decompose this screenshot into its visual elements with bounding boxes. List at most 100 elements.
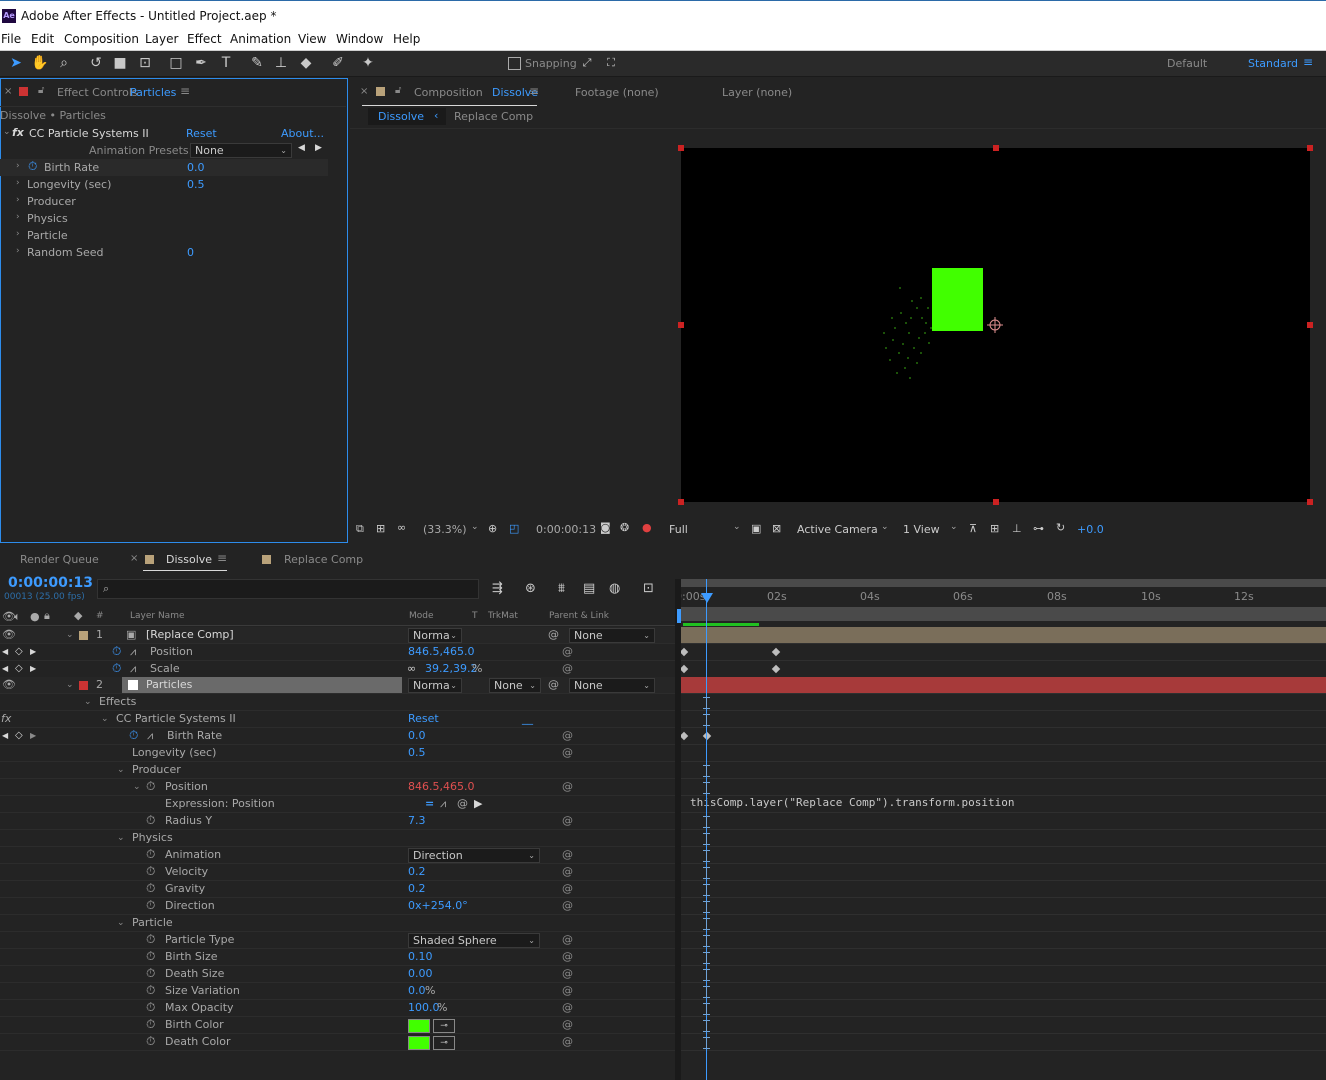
- eyedropper-icon[interactable]: ⊸: [433, 1036, 455, 1050]
- graph-icon[interactable]: ⩘: [130, 661, 136, 677]
- stopwatch-icon[interactable]: ⏱︎: [146, 1016, 155, 1032]
- handle-tc[interactable]: [993, 145, 999, 151]
- prop-row-particle-type[interactable]: ⏱︎ Particle Type Shaded Sphere ⌄ @: [0, 932, 675, 949]
- work-area-start[interactable]: [677, 609, 681, 623]
- pickwhip-icon[interactable]: @: [562, 661, 573, 677]
- handle-mr[interactable]: [1307, 322, 1313, 328]
- animation-presets-dropdown[interactable]: None ⌄: [190, 143, 292, 158]
- toggle-pixel-aspect-icon[interactable]: ⊼: [969, 522, 977, 535]
- composition-tab-label[interactable]: Composition: [414, 86, 483, 99]
- chevron-down-icon[interactable]: ⌄: [117, 762, 125, 778]
- pickwhip-icon[interactable]: @: [562, 932, 573, 948]
- death-color-swatch[interactable]: [408, 1036, 430, 1050]
- pickwhip-icon[interactable]: @: [562, 983, 573, 999]
- motion-blur-icon[interactable]: ◍: [609, 581, 620, 596]
- exposure-icon[interactable]: ↻: [1056, 521, 1065, 534]
- pen-tool-icon[interactable]: ✒: [191, 54, 211, 72]
- eyedropper-icon[interactable]: ⊸: [433, 1019, 455, 1033]
- menu-view[interactable]: View: [298, 32, 326, 46]
- view-layout-value[interactable]: 1 View: [903, 523, 940, 536]
- prop-value[interactable]: 0: [187, 246, 194, 259]
- chevron-down-icon[interactable]: ⌄: [117, 915, 125, 931]
- tab-render-queue[interactable]: Render Queue: [20, 553, 99, 566]
- flowchart-icon[interactable]: ⊶: [1033, 522, 1044, 535]
- prop-row-death-size[interactable]: ⏱︎ Death Size 0.00 @: [0, 966, 675, 983]
- expression-graph-icon[interactable]: ⩘: [440, 796, 446, 812]
- rotate-tool-icon[interactable]: ↺: [86, 54, 106, 72]
- lock-icon[interactable]: 🔒︎: [44, 609, 50, 623]
- add-keyframe-icon[interactable]: ◇: [15, 728, 23, 744]
- type-tool-icon[interactable]: T: [216, 54, 236, 72]
- menu-edit[interactable]: Edit: [31, 32, 54, 46]
- chevron-down-icon[interactable]: ⌄: [133, 779, 141, 795]
- graph-icon[interactable]: ⩘: [147, 728, 153, 744]
- reset-exposure-icon[interactable]: ⊥: [1012, 522, 1022, 535]
- workspace-default[interactable]: Default: [1167, 57, 1207, 70]
- layer-row-particles[interactable]: 👁︎ ⌄ 2 Particles Norma ⌄ None ⌄ @ None ⌄: [0, 677, 675, 694]
- col-layer-name[interactable]: Layer Name: [130, 611, 185, 621]
- prop-value[interactable]: 0.0: [408, 728, 426, 744]
- reset-button[interactable]: Reset: [408, 711, 439, 727]
- menu-effect[interactable]: Effect: [187, 32, 222, 46]
- graph-icon[interactable]: ⩘: [130, 644, 136, 660]
- stopwatch-icon[interactable]: ⏱︎: [146, 931, 155, 947]
- prop-row-death-color[interactable]: ⏱︎ Death Color ⊸ @: [0, 1034, 675, 1051]
- ec-group-physics[interactable]: › Physics: [0, 210, 328, 227]
- ec-prop-random-seed[interactable]: › Random Seed 0: [0, 244, 328, 261]
- stopwatch-icon[interactable]: ⏱︎: [146, 863, 155, 879]
- resolution-value[interactable]: Full: [669, 523, 688, 536]
- prop-value[interactable]: 0.2: [408, 881, 426, 897]
- pickwhip-icon[interactable]: @: [562, 745, 573, 761]
- handle-ml[interactable]: [678, 322, 684, 328]
- solo-icon[interactable]: ●: [30, 610, 40, 623]
- puppet-tool-icon[interactable]: ✦: [358, 54, 378, 72]
- stopwatch-icon[interactable]: ⏱︎: [146, 965, 155, 981]
- exposure-value[interactable]: +0.0: [1077, 523, 1104, 536]
- stopwatch-icon[interactable]: ⏱︎: [146, 948, 155, 964]
- chevron-down-icon[interactable]: ⌄: [101, 711, 109, 727]
- prop-value[interactable]: 39.2,39.2: [425, 661, 477, 677]
- brush-tool-icon[interactable]: ✎: [247, 54, 267, 72]
- fast-preview-icon[interactable]: ▣: [751, 522, 761, 535]
- eye-icon[interactable]: 👁︎: [2, 627, 16, 643]
- effects-group-row[interactable]: ⌄ Effects: [0, 694, 675, 711]
- chevron-down-icon[interactable]: ⌄: [950, 522, 958, 532]
- handle-tr[interactable]: [1307, 145, 1313, 151]
- frame-blending-icon[interactable]: ▤: [583, 581, 595, 596]
- prop-row-animation[interactable]: ⏱︎ Animation Direction ⌄ @: [0, 847, 675, 864]
- next-keyframe-icon[interactable]: ▶: [30, 728, 36, 744]
- menu-composition[interactable]: Composition: [64, 32, 139, 46]
- ec-group-particle[interactable]: › Particle: [0, 227, 328, 244]
- label-icon[interactable]: ◆: [74, 609, 82, 622]
- expression-row[interactable]: Expression: Position = ⩘ @ ▶: [0, 796, 675, 813]
- pickwhip-icon[interactable]: @: [548, 627, 559, 643]
- ec-prop-birth-rate[interactable]: › ⏱︎ Birth Rate 0.0: [0, 159, 328, 176]
- prop-row-max-opacity[interactable]: ⏱︎ Max Opacity 100.0 % @: [0, 1000, 675, 1017]
- prop-row-producer-position[interactable]: ⌄ ⏱︎ Position 846.5,465.0 @: [0, 779, 675, 796]
- flow-active-comp[interactable]: Dissolve ‹: [368, 108, 446, 125]
- group-row-producer[interactable]: ⌄ Producer: [0, 762, 675, 779]
- chevron-right-icon[interactable]: ›: [16, 195, 20, 205]
- effect-options-icon[interactable]: __: [522, 711, 533, 727]
- label-color[interactable]: [79, 631, 88, 640]
- roto-brush-tool-icon[interactable]: ✐: [328, 54, 348, 72]
- prop-value[interactable]: 0.10: [408, 949, 433, 965]
- chevron-right-icon[interactable]: ›: [16, 161, 20, 171]
- prop-row-birth-size[interactable]: ⏱︎ Birth Size 0.10 @: [0, 949, 675, 966]
- stopwatch-icon[interactable]: ⏱︎: [112, 643, 121, 659]
- group-row-particle[interactable]: ⌄ Particle: [0, 915, 675, 932]
- stopwatch-icon[interactable]: ⏱︎: [146, 846, 155, 862]
- preset-next-icon[interactable]: ▶: [315, 143, 322, 153]
- menu-layer[interactable]: Layer: [145, 32, 178, 46]
- next-keyframe-icon[interactable]: ▶: [30, 661, 36, 677]
- prop-row-birth-rate[interactable]: ◀ ◇ ▶ ⏱︎ ⩘ Birth Rate 0.0 @: [0, 728, 675, 745]
- prop-value[interactable]: 100.0: [408, 1000, 440, 1016]
- snapping-checkbox[interactable]: [508, 57, 521, 70]
- prop-row-birth-color[interactable]: ⏱︎ Birth Color ⊸ @: [0, 1017, 675, 1034]
- zoom-level[interactable]: (33.3%): [423, 523, 467, 536]
- prop-row-direction[interactable]: ⏱︎ Direction 0x+254.0° @: [0, 898, 675, 915]
- layer-row-replace-comp[interactable]: 👁︎ ⌄ 1 ▣ [Replace Comp] Norma ⌄ @ None ⌄: [0, 627, 675, 644]
- pickwhip-icon[interactable]: @: [562, 864, 573, 880]
- close-icon[interactable]: ×: [4, 86, 12, 97]
- prop-row-velocity[interactable]: ⏱︎ Velocity 0.2 @: [0, 864, 675, 881]
